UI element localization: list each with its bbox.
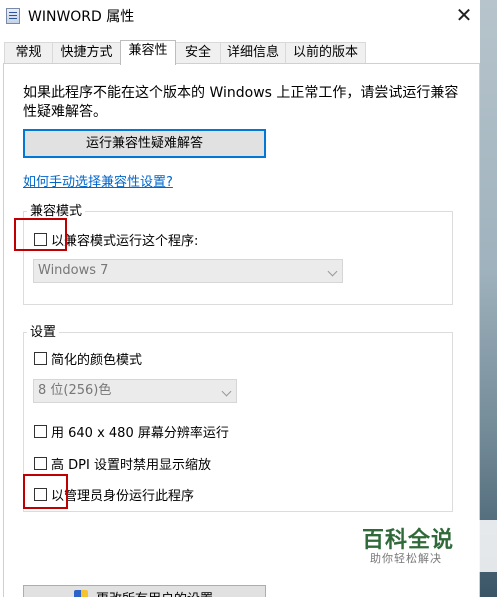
reduced-color-checkbox[interactable]: [34, 351, 47, 365]
tab-compatibility[interactable]: 兼容性: [120, 40, 176, 65]
chevron-down-icon: [221, 386, 232, 397]
manual-settings-link[interactable]: 如何手动选择兼容性设置?: [23, 171, 173, 190]
dpi-label: 高 DPI 设置时禁用显示缩放: [51, 457, 211, 473]
tab-previous-versions[interactable]: 以前的版本: [285, 42, 366, 64]
dpi-checkbox[interactable]: [34, 456, 47, 470]
low-res-option[interactable]: 用 640 x 480 屏幕分辨率运行: [34, 422, 229, 441]
compat-mode-group: [23, 211, 453, 305]
all-users-settings-button[interactable]: 更改所有用户的设置: [23, 585, 266, 597]
title-bar: WINWORD 属性 ✕: [0, 0, 480, 32]
troubleshoot-button[interactable]: 运行兼容性疑难解答: [23, 129, 266, 158]
highlight-box-admin: [23, 474, 68, 509]
low-res-label: 用 640 x 480 屏幕分辨率运行: [51, 425, 229, 441]
dpi-option[interactable]: 高 DPI 设置时禁用显示缩放: [34, 454, 211, 473]
uac-shield-icon: [74, 590, 88, 597]
compat-mode-group-label: 兼容模式: [27, 204, 86, 219]
settings-group-label: 设置: [27, 325, 60, 340]
intro-text: 如果此程序不能在这个版本的 Windows 上正常工作，请尝试运行兼容性疑难解答…: [23, 85, 459, 120]
windows-version-select[interactable]: Windows 7: [33, 259, 343, 283]
reduced-color-label: 简化的颜色模式: [51, 352, 143, 368]
tab-security[interactable]: 安全: [175, 42, 221, 64]
color-depth-select[interactable]: 8 位(256)色: [33, 379, 237, 403]
watermark: 百科全说 助你轻松解决: [348, 520, 497, 572]
tab-details[interactable]: 详细信息: [220, 42, 286, 64]
reduced-color-option[interactable]: 简化的颜色模式: [34, 349, 143, 368]
highlight-box-compat: [14, 218, 67, 251]
color-depth-value: 8 位(256)色: [38, 383, 112, 398]
word-app-icon: [6, 8, 20, 24]
chevron-down-icon: [327, 266, 338, 277]
compat-mode-label: 以兼容模式运行这个程序:: [51, 233, 199, 249]
windows-version-value: Windows 7: [38, 263, 109, 278]
window-title: WINWORD 属性: [28, 9, 135, 25]
run-as-admin-label: 以管理员身份运行此程序: [51, 488, 195, 504]
watermark-subtitle: 助你轻松解决: [370, 552, 442, 565]
low-res-checkbox[interactable]: [34, 424, 47, 438]
close-icon[interactable]: ✕: [448, 2, 480, 28]
desktop-background-edge: [480, 0, 497, 597]
tab-shortcut[interactable]: 快捷方式: [52, 42, 121, 64]
tab-general[interactable]: 常规: [4, 42, 53, 64]
